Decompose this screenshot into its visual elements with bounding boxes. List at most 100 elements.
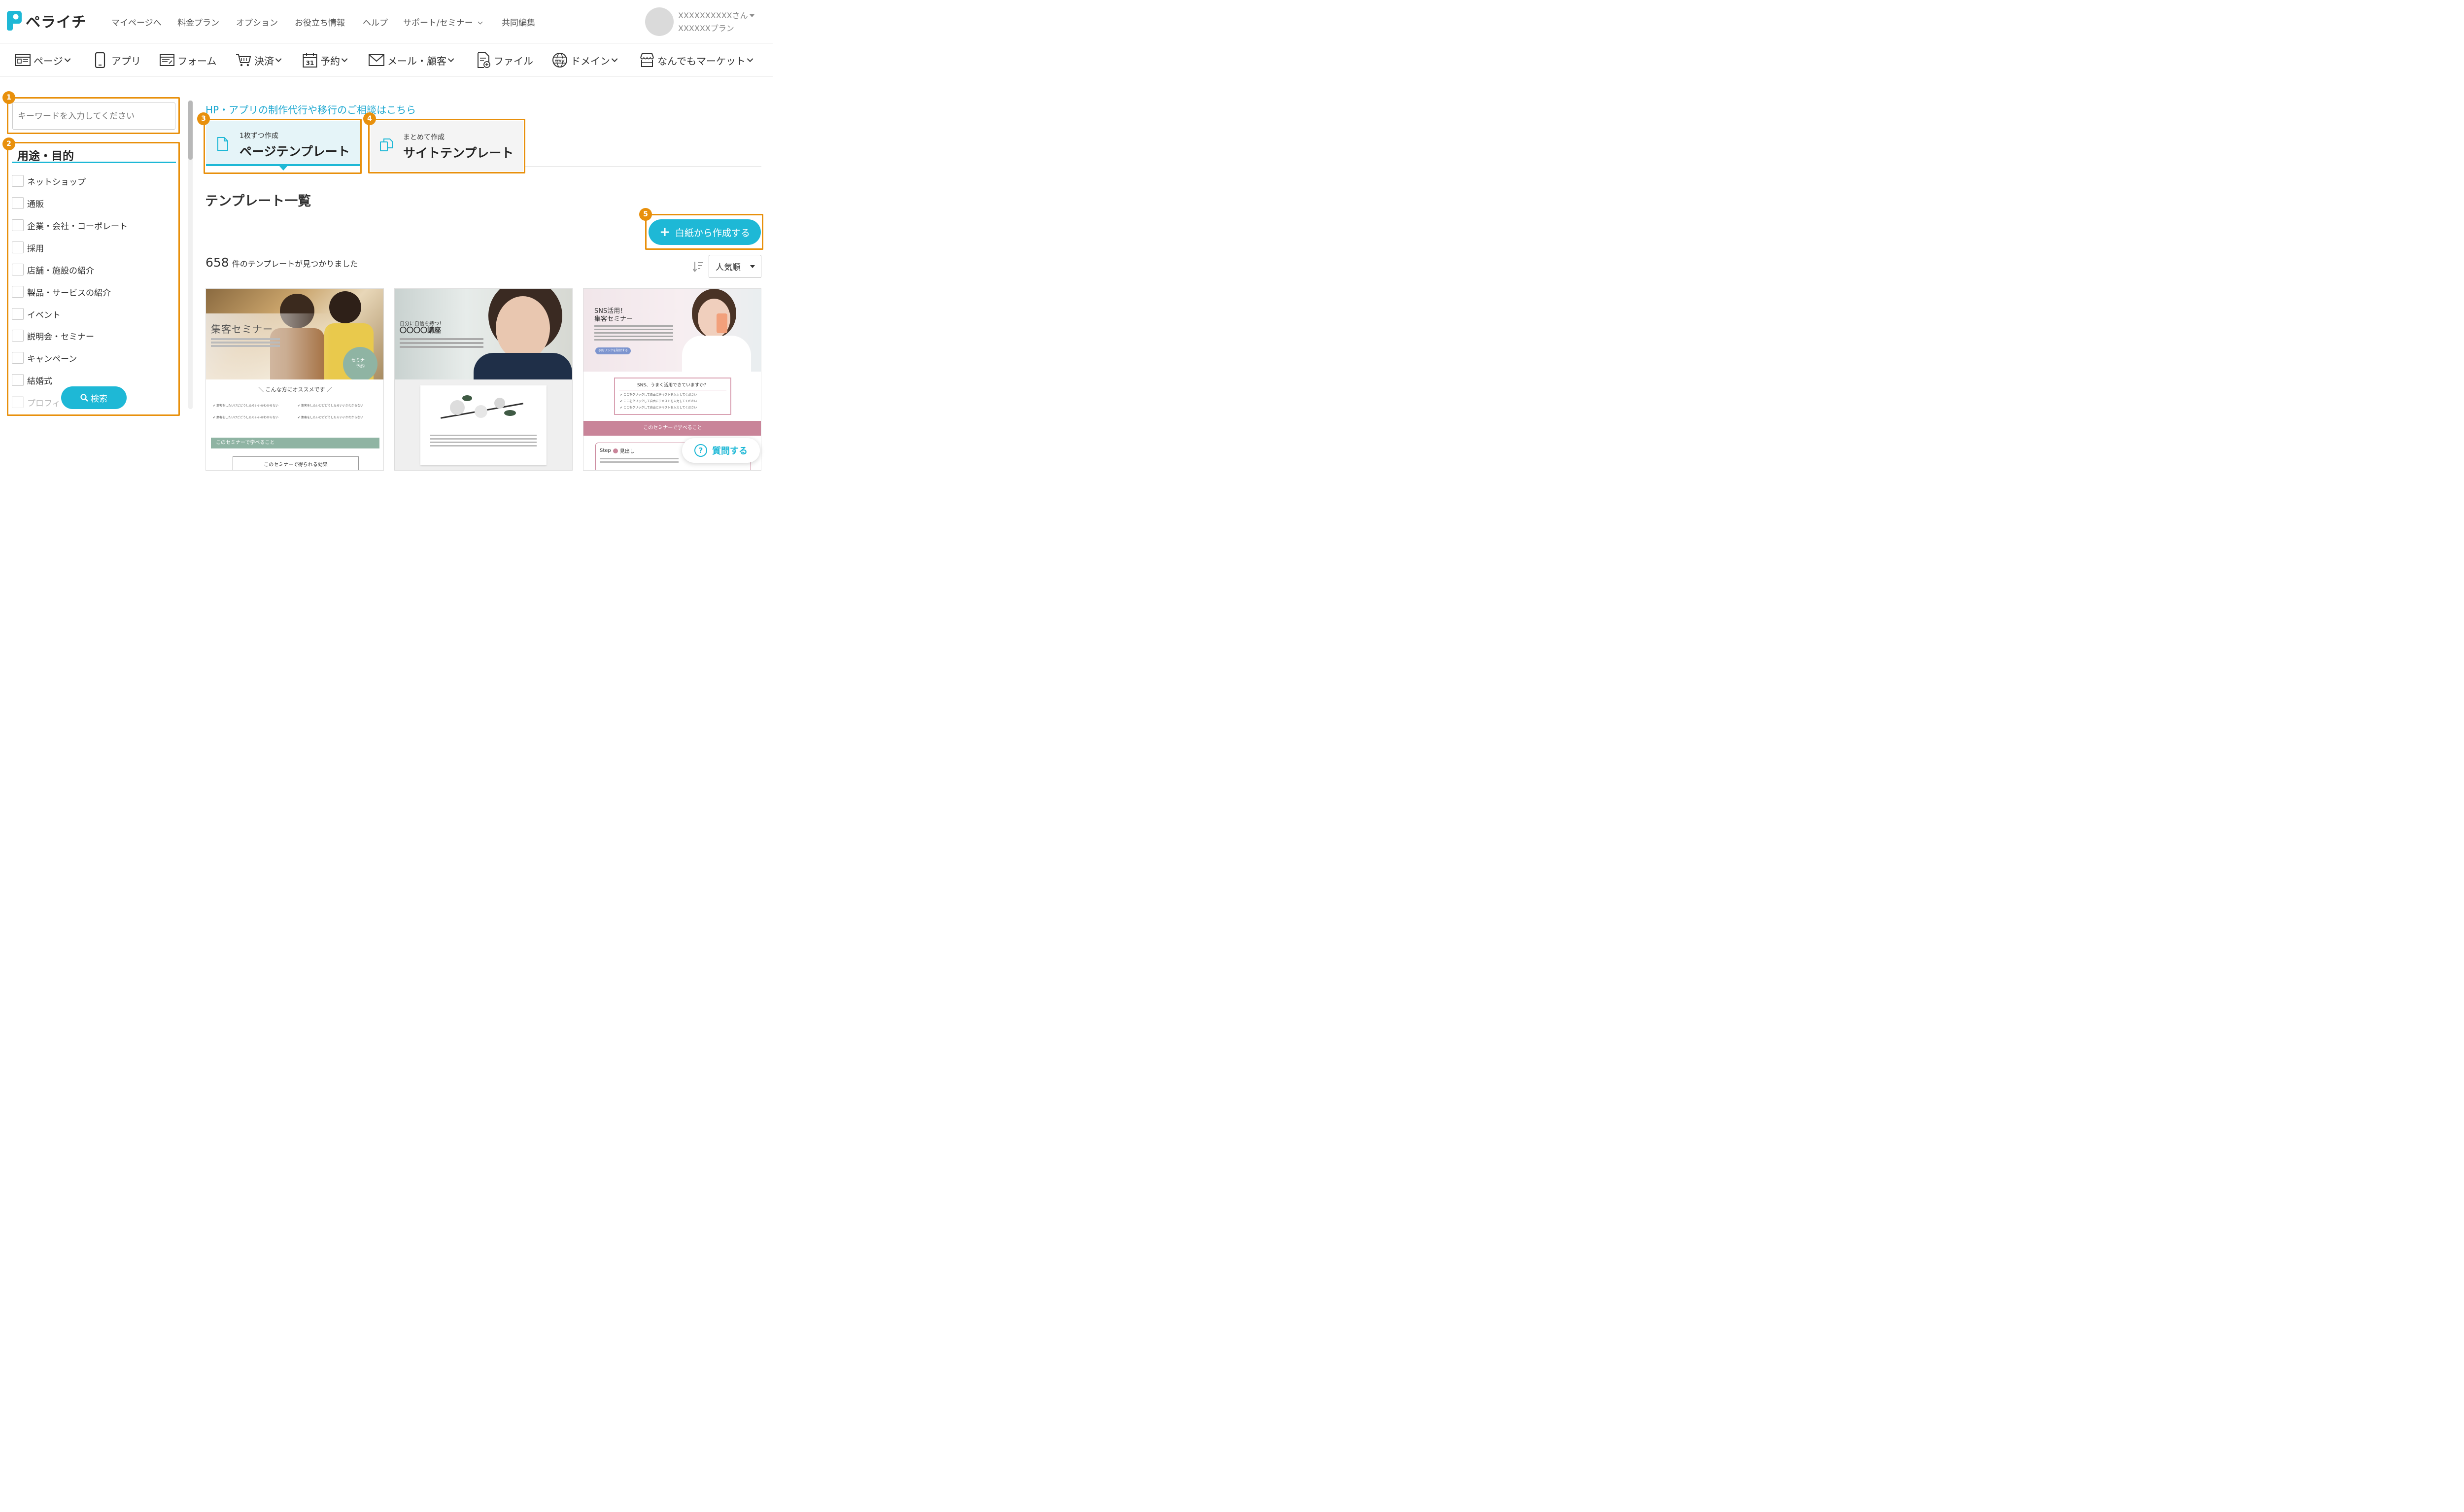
- toolbar-market[interactable]: なんでもマーケット: [640, 52, 753, 68]
- sidebar-scrollbar-thumb[interactable]: [188, 101, 193, 160]
- checkbox[interactable]: [12, 396, 24, 408]
- category-item[interactable]: ネットショップ: [12, 174, 86, 187]
- search-button-label: 検索: [91, 394, 107, 404]
- cta-text: 予約リンクを貼付する: [598, 349, 628, 352]
- annotation-badge-2: 2: [2, 137, 15, 150]
- nav-coedit[interactable]: 共同編集: [502, 16, 535, 28]
- checkbox[interactable]: [12, 308, 24, 320]
- annotation-box-5: [645, 214, 763, 250]
- category-label: キャンペーン: [27, 354, 77, 364]
- chevron-down-icon: [341, 55, 348, 62]
- checkbox[interactable]: [12, 197, 24, 209]
- sidebar-search-button[interactable]: 検索: [61, 386, 127, 409]
- template-recommend: ＼ こんな方にオススメです ／: [258, 386, 332, 393]
- sort-icon[interactable]: [693, 261, 704, 273]
- toolbar-payment-label: 決済: [254, 55, 274, 67]
- check-item: ✔ 集客をしたいけどどうしたらいいかわからない: [298, 416, 363, 419]
- toolbar-page[interactable]: ページ: [15, 52, 71, 68]
- template-list-title: テンプレート一覧: [205, 194, 311, 209]
- category-item[interactable]: 企業・会社・コーポレート: [12, 219, 128, 232]
- feature-toolbar: ページ アプリ フォーム 決済 31 予約 メール・顧客 ファイル www ドメ…: [0, 43, 773, 76]
- category-label: 採用: [27, 243, 44, 254]
- template-learn-banner: このセミナーで学べること: [583, 421, 761, 436]
- tabs-divider: [525, 166, 761, 167]
- toolbar-mail-label: メール・顧客: [387, 55, 446, 67]
- nav-options[interactable]: オプション: [236, 16, 278, 28]
- template-body-text: [400, 338, 483, 340]
- check-text: ここをクリックして自由にテキストを入力してください: [623, 400, 697, 403]
- checkbox[interactable]: [12, 286, 24, 298]
- category-item[interactable]: キャンペーン: [12, 351, 77, 364]
- category-item[interactable]: 結婚式: [12, 374, 52, 386]
- template-body-text: [430, 435, 537, 436]
- template-title-line2: 集客セミナー: [594, 315, 633, 323]
- photo-clothes: [474, 353, 572, 379]
- nav-info[interactable]: お役立ち情報: [295, 16, 345, 28]
- category-item[interactable]: 製品・サービスの紹介: [12, 285, 111, 298]
- toolbar-domain[interactable]: www ドメイン: [552, 52, 618, 68]
- checkbox[interactable]: [12, 330, 24, 342]
- category-item[interactable]: 通販: [12, 197, 44, 209]
- mail-icon: [369, 54, 384, 66]
- category-item[interactable]: 説明会・セミナー: [12, 329, 94, 342]
- check-item: ✔ 集客をしたいけどどうしたらいいかわからない: [213, 416, 278, 419]
- chevron-down-icon: [64, 55, 71, 62]
- checkbox[interactable]: [12, 352, 24, 364]
- checkbox[interactable]: [12, 241, 24, 253]
- toolbar-mail[interactable]: メール・顧客: [369, 52, 454, 68]
- flower-illustration: [440, 395, 524, 425]
- logo[interactable]: ペライチ: [6, 10, 87, 32]
- consult-link[interactable]: HP・アプリの制作代行や移行のご相談はこちら: [205, 102, 416, 116]
- template-card[interactable]: 自分に自信を持つ！ 〇〇〇〇講座: [394, 288, 573, 471]
- toolbar-reservation-label: 予約: [320, 55, 340, 67]
- template-card[interactable]: 集客セミナー セミナー予約 ＼ こんな方にオススメです ／ ✔ 集客をしたいけど…: [205, 288, 384, 471]
- category-item[interactable]: イベント: [12, 308, 61, 320]
- photo-face: [496, 296, 550, 360]
- toolbar-form[interactable]: フォーム: [160, 52, 216, 68]
- avatar[interactable]: [645, 7, 674, 36]
- step-title: 見出し: [619, 449, 635, 454]
- toolbar-payment[interactable]: 決済: [236, 52, 282, 68]
- nav-support[interactable]: サポート/セミナー: [403, 16, 483, 28]
- nav-pricing[interactable]: 料金プラン: [177, 16, 219, 28]
- keyword-search-input[interactable]: [12, 103, 175, 130]
- sort-select[interactable]: 人気順: [709, 255, 761, 278]
- user-plan: XXXXXXプラン: [678, 24, 734, 33]
- user-name: XXXXXXXXXXさん: [678, 11, 748, 20]
- help-button-label: 質問する: [712, 446, 748, 456]
- help-question-button[interactable]: ? 質問する: [682, 438, 760, 463]
- annotation-box-4: [368, 119, 525, 173]
- category-item[interactable]: プロフィ: [12, 396, 61, 409]
- annotation-badge-4: 4: [363, 112, 376, 125]
- photo-clothes: [682, 336, 751, 372]
- result-count-suffix: 件のテンプレートが見つかりました: [232, 259, 358, 269]
- check-item: ✔ ここをクリックして自由にテキストを入力してください: [620, 393, 697, 397]
- checkbox[interactable]: [12, 175, 24, 187]
- toolbar-app[interactable]: アプリ: [95, 52, 141, 68]
- checkbox[interactable]: [12, 264, 24, 275]
- toolbar-market-label: なんでもマーケット: [657, 55, 746, 67]
- smartphone-icon: [95, 52, 105, 68]
- result-count-text: 658 件のテンプレートが見つかりました: [205, 255, 358, 270]
- user-menu[interactable]: XXXXXXXXXXさん XXXXXXプラン: [678, 9, 754, 35]
- toolbar-reservation[interactable]: 31 予約: [303, 52, 348, 68]
- learn-text: このセミナーで学べること: [216, 440, 275, 446]
- category-item[interactable]: 採用: [12, 241, 44, 254]
- template-cta: 予約リンクを貼付する: [595, 347, 631, 354]
- checkbox[interactable]: [12, 219, 24, 231]
- photo-phone: [717, 313, 727, 333]
- check-item: ✔ 集客をしたいけどどうしたらいいかわからない: [298, 404, 363, 408]
- category-item[interactable]: 店舗・施設の紹介: [12, 263, 94, 276]
- checkbox[interactable]: [12, 374, 24, 386]
- check-item: ✔ ここをクリックして自由にテキストを入力してください: [620, 400, 697, 403]
- nav-help[interactable]: ヘルプ: [363, 16, 388, 28]
- template-title-line2: 〇〇〇〇講座: [400, 327, 441, 335]
- annotation-badge-3: 3: [197, 112, 210, 125]
- toolbar-file-label: ファイル: [494, 55, 533, 67]
- nav-mypage[interactable]: マイページへ: [111, 16, 162, 28]
- effect-text: このセミナーで得られる効果: [264, 462, 328, 468]
- result-count-number: 658: [205, 255, 229, 270]
- template-hero-photo: [583, 289, 761, 372]
- toolbar-file[interactable]: ファイル: [477, 52, 533, 68]
- category-section-title: 用途・目的: [17, 150, 74, 163]
